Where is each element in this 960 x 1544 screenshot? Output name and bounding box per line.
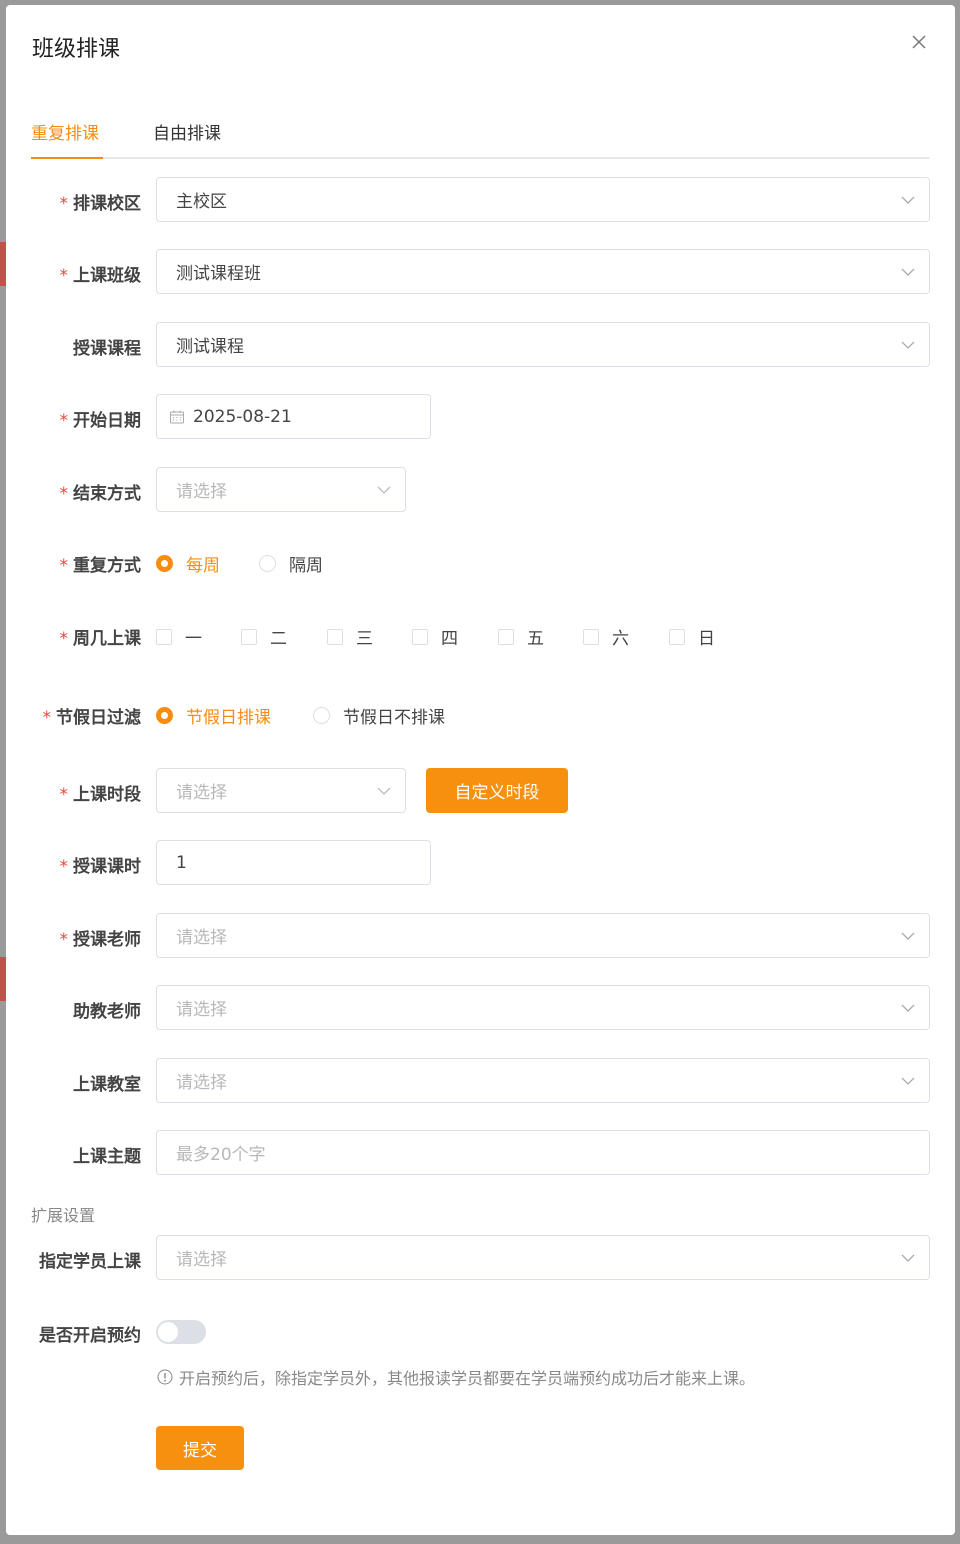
students-placeholder: 请选择 bbox=[176, 1250, 227, 1270]
weekday-checkbox-sun[interactable]: 日 bbox=[669, 624, 715, 649]
hours-value: 1 bbox=[176, 852, 187, 873]
weekday-checkbox-mon[interactable]: 一 bbox=[156, 624, 202, 649]
class-select[interactable]: 测试课程班 bbox=[156, 249, 930, 294]
weekday-checkbox-sat[interactable]: 六 bbox=[583, 624, 629, 649]
topic-input[interactable]: 最多20个字 bbox=[156, 1130, 930, 1175]
campus-label: * 排课校区 bbox=[59, 194, 142, 214]
submit-button[interactable]: 提交 bbox=[156, 1426, 244, 1470]
booking-toggle[interactable] bbox=[156, 1320, 206, 1344]
campus-select[interactable]: 主校区 bbox=[156, 177, 930, 222]
chevron-down-icon bbox=[377, 486, 391, 494]
assistant-placeholder: 请选择 bbox=[176, 1000, 227, 1020]
custom-time-slot-button[interactable]: 自定义时段 bbox=[426, 768, 568, 813]
end-mode-placeholder: 请选择 bbox=[176, 482, 227, 502]
holiday-label: * 节假日过滤 bbox=[42, 708, 142, 728]
students-label: 指定学员上课 bbox=[39, 1252, 141, 1272]
chevron-down-icon bbox=[901, 341, 915, 349]
end-mode-label: * 结束方式 bbox=[59, 484, 142, 504]
tab-free-schedule[interactable]: 自由排课 bbox=[153, 123, 221, 157]
weekday-checkbox-tue[interactable]: 二 bbox=[241, 624, 287, 649]
radio-dot bbox=[259, 555, 276, 572]
radio-holiday-schedule[interactable]: 节假日排课 bbox=[156, 703, 271, 728]
assistant-select[interactable]: 请选择 bbox=[156, 985, 930, 1030]
teacher-placeholder: 请选择 bbox=[176, 928, 227, 948]
end-mode-select[interactable]: 请选择 bbox=[156, 467, 406, 512]
start-date-picker[interactable]: 2025-08-21 bbox=[156, 394, 431, 439]
radio-biweekly[interactable]: 隔周 bbox=[259, 551, 323, 576]
chevron-down-icon bbox=[901, 1004, 915, 1012]
campus-value: 主校区 bbox=[176, 192, 227, 212]
close-icon[interactable] bbox=[908, 31, 930, 53]
chevron-down-icon bbox=[901, 932, 915, 940]
tab-repeat-schedule[interactable]: 重复排课 bbox=[31, 123, 99, 157]
hours-label: * 授课课时 bbox=[59, 857, 142, 877]
chevron-down-icon bbox=[901, 1077, 915, 1085]
weekday-checkbox-wed[interactable]: 三 bbox=[327, 624, 373, 649]
extended-settings-title: 扩展设置 bbox=[31, 1206, 96, 1225]
class-label: * 上课班级 bbox=[59, 266, 142, 286]
tab-bar: 重复排课 自由排课 bbox=[31, 123, 930, 159]
radio-dot bbox=[313, 707, 330, 724]
chevron-down-icon bbox=[901, 196, 915, 204]
schedule-modal: 班级排课 重复排课 自由排课 * 排课校区 主校区 * 上课班级 测试课程班 授课课… bbox=[6, 5, 955, 1535]
tab-active-indicator bbox=[31, 157, 103, 159]
weekday-checkbox-fri[interactable]: 五 bbox=[498, 624, 544, 649]
assistant-label: 助教老师 bbox=[73, 1002, 141, 1022]
time-slot-select[interactable]: 请选择 bbox=[156, 768, 406, 813]
students-select[interactable]: 请选择 bbox=[156, 1235, 930, 1280]
chevron-down-icon bbox=[377, 787, 391, 795]
toggle-knob bbox=[158, 1322, 178, 1342]
weekday-checkbox-thu[interactable]: 四 bbox=[412, 624, 458, 649]
info-icon bbox=[157, 1369, 173, 1385]
repeat-label: * 重复方式 bbox=[59, 556, 142, 576]
topic-label: 上课主题 bbox=[73, 1147, 141, 1167]
teacher-label: * 授课老师 bbox=[59, 930, 142, 950]
class-value: 测试课程班 bbox=[176, 264, 261, 284]
course-select[interactable]: 测试课程 bbox=[156, 322, 930, 367]
radio-weekly[interactable]: 每周 bbox=[156, 551, 220, 576]
classroom-select[interactable]: 请选择 bbox=[156, 1058, 930, 1103]
start-date-label: * 开始日期 bbox=[59, 411, 142, 431]
course-label: 授课课程 bbox=[73, 339, 141, 359]
hours-input[interactable]: 1 bbox=[156, 840, 431, 885]
teacher-select[interactable]: 请选择 bbox=[156, 913, 930, 958]
time-slot-placeholder: 请选择 bbox=[176, 783, 227, 803]
radio-dot bbox=[156, 707, 173, 724]
calendar-icon bbox=[170, 410, 184, 423]
start-date-value: 2025-08-21 bbox=[193, 406, 292, 427]
modal-title: 班级排课 bbox=[32, 37, 121, 62]
weekdays-label: * 周几上课 bbox=[59, 629, 142, 649]
chevron-down-icon bbox=[901, 1254, 915, 1262]
topic-placeholder: 最多20个字 bbox=[176, 1145, 266, 1165]
booking-label: 是否开启预约 bbox=[39, 1326, 141, 1346]
classroom-placeholder: 请选择 bbox=[176, 1073, 227, 1093]
radio-holiday-no-schedule[interactable]: 节假日不排课 bbox=[313, 703, 445, 728]
chevron-down-icon bbox=[901, 268, 915, 276]
time-slot-label: * 上课时段 bbox=[59, 785, 142, 805]
radio-dot bbox=[156, 555, 173, 572]
classroom-label: 上课教室 bbox=[73, 1075, 141, 1095]
course-value: 测试课程 bbox=[176, 337, 244, 357]
booking-hint: 开启预约后，除指定学员外，其他报读学员都要在学员端预约成功后才能来上课。 bbox=[157, 1365, 755, 1389]
